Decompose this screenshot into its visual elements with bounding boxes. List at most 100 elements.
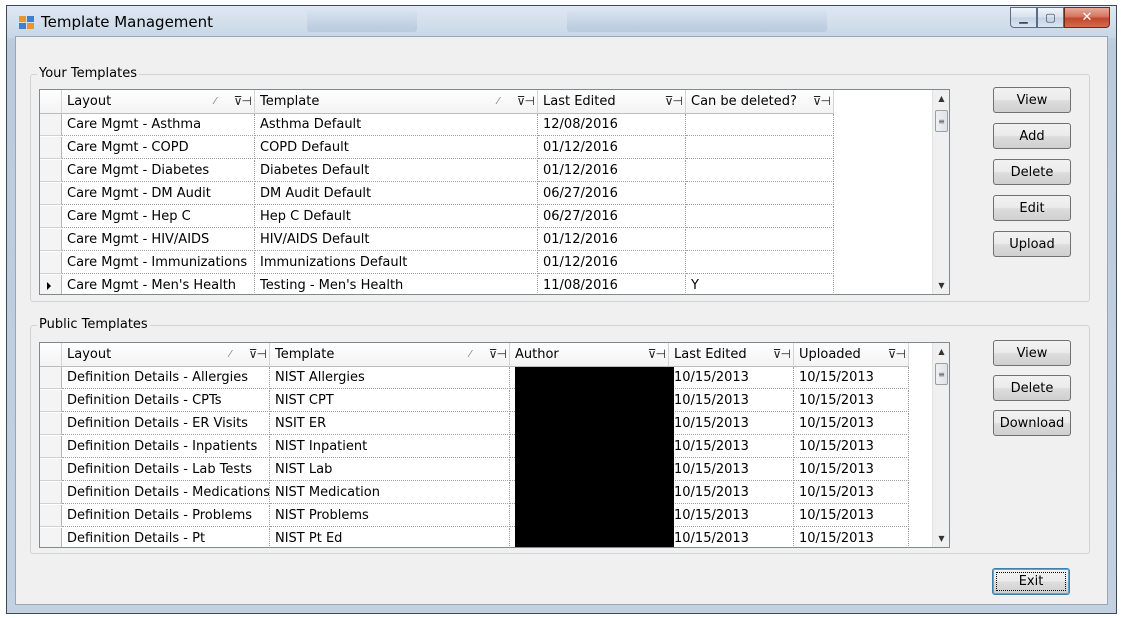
cell-layout[interactable]: Definition Details - Lab Tests bbox=[62, 459, 270, 481]
public-delete-button[interactable]: Delete bbox=[993, 375, 1071, 401]
cell-template[interactable]: Hep C Default bbox=[255, 206, 538, 228]
row-header[interactable] bbox=[40, 275, 62, 294]
row-header[interactable] bbox=[40, 390, 62, 412]
cell-layout[interactable]: Care Mgmt - COPD bbox=[62, 137, 255, 159]
add-button[interactable]: Add bbox=[993, 123, 1071, 149]
row-header[interactable] bbox=[40, 482, 62, 504]
column-header-uploaded[interactable]: Uploaded ⊽⊣ bbox=[794, 343, 909, 367]
row-header[interactable] bbox=[40, 229, 62, 251]
table-row[interactable]: Definition Details - Pt NIST Pt Ed 10/15/2… bbox=[40, 528, 909, 547]
cell-last-edited[interactable]: 01/12/2016 bbox=[538, 252, 686, 274]
cell-template[interactable]: NIST Lab bbox=[270, 459, 510, 481]
cell-layout[interactable]: Definition Details - Medications bbox=[62, 482, 270, 504]
filter-pin-icon[interactable]: ⊽⊣ bbox=[665, 90, 683, 113]
row-header[interactable] bbox=[40, 183, 62, 205]
scroll-thumb[interactable]: ≡ bbox=[935, 363, 948, 385]
download-button[interactable]: Download bbox=[993, 410, 1071, 436]
cell-layout[interactable]: Care Mgmt - DM Audit bbox=[62, 183, 255, 205]
row-header[interactable] bbox=[40, 367, 62, 389]
table-row[interactable]: Definition Details - CPTs NIST CPT 10/15/2… bbox=[40, 390, 909, 412]
cell-last-edited[interactable]: 06/27/2016 bbox=[538, 183, 686, 205]
cell-layout[interactable]: Definition Details - ER Visits bbox=[62, 413, 270, 435]
column-header-last-edited[interactable]: Last Edited ⊽⊣ bbox=[538, 90, 686, 114]
cell-template[interactable]: Diabetes Default bbox=[255, 160, 538, 182]
cell-uploaded[interactable]: 10/15/2013 bbox=[794, 413, 909, 435]
cell-can-delete[interactable]: Y bbox=[686, 275, 834, 294]
cell-last-edited[interactable]: 01/12/2016 bbox=[538, 160, 686, 182]
table-row[interactable]: Definition Details - Inpatients NIST Inpa… bbox=[40, 436, 909, 458]
cell-template[interactable]: NIST Problems bbox=[270, 505, 510, 527]
row-header[interactable] bbox=[40, 436, 62, 458]
minimize-icon[interactable]: ▁ bbox=[1010, 7, 1037, 28]
column-header-last-edited[interactable]: Last Edited ⊽⊣ bbox=[669, 343, 794, 367]
cell-template[interactable]: Immunizations Default bbox=[255, 252, 538, 274]
cell-last-edited[interactable]: 10/15/2013 bbox=[669, 390, 794, 412]
cell-uploaded[interactable]: 10/15/2013 bbox=[794, 528, 909, 547]
cell-layout[interactable]: Care Mgmt - Hep C bbox=[62, 206, 255, 228]
row-header[interactable] bbox=[40, 206, 62, 228]
cell-layout[interactable]: Care Mgmt - Asthma bbox=[62, 114, 255, 136]
cell-template[interactable]: COPD Default bbox=[255, 137, 538, 159]
row-header[interactable] bbox=[40, 137, 62, 159]
cell-layout[interactable]: Definition Details - Inpatients bbox=[62, 436, 270, 458]
your-templates-scrollbar[interactable]: ▲ ≡ ▼ bbox=[932, 90, 949, 294]
cell-can-delete[interactable] bbox=[686, 252, 834, 274]
table-row[interactable]: Care Mgmt - Immunizations Immunizations D… bbox=[40, 252, 834, 274]
column-header-author[interactable]: Author ⊽⊣ bbox=[510, 343, 669, 367]
cell-can-delete[interactable] bbox=[686, 114, 834, 136]
row-header[interactable] bbox=[40, 528, 62, 547]
cell-layout[interactable]: Care Mgmt - HIV/AIDS bbox=[62, 229, 255, 251]
cell-last-edited[interactable]: 10/15/2013 bbox=[669, 413, 794, 435]
cell-last-edited[interactable]: 01/12/2016 bbox=[538, 229, 686, 251]
table-row[interactable]: Definition Details - Allergies NIST Aller… bbox=[40, 367, 909, 389]
column-header-template[interactable]: Template ⁄ ⊽⊣ bbox=[270, 343, 510, 367]
public-view-button[interactable]: View bbox=[993, 340, 1071, 366]
cell-uploaded[interactable]: 10/15/2013 bbox=[794, 459, 909, 481]
cell-layout[interactable]: Care Mgmt - Immunizations bbox=[62, 252, 255, 274]
cell-template[interactable]: NIST Inpatient bbox=[270, 436, 510, 458]
column-header-template[interactable]: Template ⁄ ⊽⊣ bbox=[255, 90, 538, 114]
table-row[interactable]: Definition Details - ER Visits NSIT ER 10/… bbox=[40, 413, 909, 435]
cell-last-edited[interactable]: 10/15/2013 bbox=[669, 482, 794, 504]
public-templates-grid[interactable]: Layout ⁄ ⊽⊣ Template ⁄ ⊽⊣ Author ⊽⊣ Last… bbox=[39, 342, 950, 548]
row-header[interactable] bbox=[40, 505, 62, 527]
view-button[interactable]: View bbox=[993, 87, 1071, 113]
cell-uploaded[interactable]: 10/15/2013 bbox=[794, 505, 909, 527]
cell-layout[interactable]: Care Mgmt - Diabetes bbox=[62, 160, 255, 182]
table-row[interactable]: Care Mgmt - Men's Health Testing - Men's … bbox=[40, 275, 834, 294]
your-templates-grid[interactable]: Layout ⁄ ⊽⊣ Template ⁄ ⊽⊣ Last Edited ⊽⊣ bbox=[39, 89, 950, 295]
filter-pin-icon[interactable]: ⊽⊣ bbox=[517, 90, 535, 113]
cell-uploaded[interactable]: 10/15/2013 bbox=[794, 367, 909, 389]
filter-pin-icon[interactable]: ⊽⊣ bbox=[249, 343, 267, 366]
cell-can-delete[interactable] bbox=[686, 206, 834, 228]
cell-layout[interactable]: Definition Details - Pt bbox=[62, 528, 270, 547]
column-header-layout[interactable]: Layout ⁄ ⊽⊣ bbox=[62, 90, 255, 114]
cell-can-delete[interactable] bbox=[686, 183, 834, 205]
cell-last-edited[interactable]: 06/27/2016 bbox=[538, 206, 686, 228]
row-header[interactable] bbox=[40, 459, 62, 481]
column-header-can-be-deleted[interactable]: Can be deleted? ⊽⊣ bbox=[686, 90, 834, 114]
row-header[interactable] bbox=[40, 114, 62, 136]
cell-template[interactable]: HIV/AIDS Default bbox=[255, 229, 538, 251]
cell-template[interactable]: Testing - Men's Health bbox=[255, 275, 538, 294]
table-row[interactable]: Definition Details - Problems NIST Proble… bbox=[40, 505, 909, 527]
title-bar[interactable]: Template Management ▁ ▢ ✕ bbox=[7, 6, 1116, 38]
cell-can-delete[interactable] bbox=[686, 137, 834, 159]
cell-template[interactable]: NIST Allergies bbox=[270, 367, 510, 389]
table-row[interactable]: Definition Details - Lab Tests NIST Lab 10… bbox=[40, 459, 909, 481]
scroll-down-icon[interactable]: ▼ bbox=[933, 277, 949, 294]
cell-template[interactable]: NIST CPT bbox=[270, 390, 510, 412]
scroll-up-icon[interactable]: ▲ bbox=[933, 90, 949, 107]
cell-uploaded[interactable]: 10/15/2013 bbox=[794, 436, 909, 458]
table-row[interactable]: Definition Details - Medications NIST Med… bbox=[40, 482, 909, 504]
cell-layout[interactable]: Definition Details - Problems bbox=[62, 505, 270, 527]
filter-pin-icon[interactable]: ⊽⊣ bbox=[813, 90, 831, 113]
cell-last-edited[interactable]: 10/15/2013 bbox=[669, 436, 794, 458]
cell-template[interactable]: DM Audit Default bbox=[255, 183, 538, 205]
cell-can-delete[interactable] bbox=[686, 160, 834, 182]
row-header[interactable] bbox=[40, 160, 62, 182]
filter-pin-icon[interactable]: ⊽⊣ bbox=[648, 343, 666, 366]
cell-layout[interactable]: Care Mgmt - Men's Health bbox=[62, 275, 255, 294]
table-row[interactable]: Care Mgmt - HIV/AIDS HIV/AIDS Default 01/1… bbox=[40, 229, 834, 251]
cell-template[interactable]: NSIT ER bbox=[270, 413, 510, 435]
